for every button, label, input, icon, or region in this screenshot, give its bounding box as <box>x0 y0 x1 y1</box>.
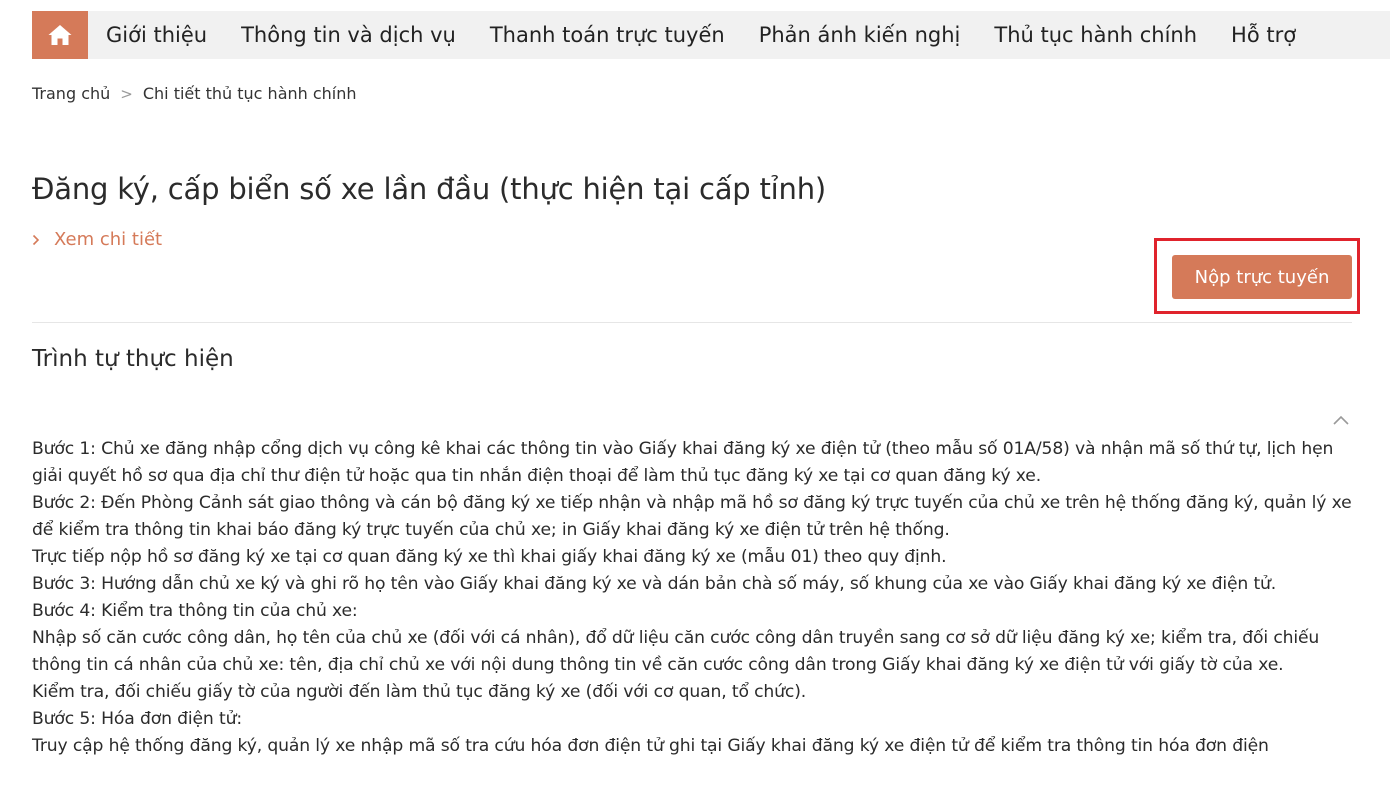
home-button[interactable] <box>32 11 88 59</box>
breadcrumb-separator: > <box>120 84 133 103</box>
submit-online-button[interactable]: Nộp trực tuyến <box>1172 255 1352 299</box>
nav-item-thanh-toan[interactable]: Thanh toán trực tuyến <box>473 11 742 59</box>
breadcrumb-current: Chi tiết thủ tục hành chính <box>142 84 357 103</box>
divider <box>32 322 1352 323</box>
step-text: Truy cập hệ thống đăng ký, quản lý xe nh… <box>32 736 1269 756</box>
step-text: Bước 1: Chủ xe đăng nhập cổng dịch vụ cô… <box>32 439 1334 486</box>
step-text: Kiểm tra, đối chiếu giấy tờ của người đế… <box>32 682 807 702</box>
step-text: Bước 2: Đến Phòng Cảnh sát giao thông và… <box>32 493 1352 540</box>
chevron-right-icon <box>32 234 40 245</box>
chevron-up-icon[interactable] <box>1330 410 1352 430</box>
breadcrumb: Trang chủ > Chi tiết thủ tục hành chính <box>32 84 357 103</box>
section-title: Trình tự thực hiện <box>32 346 234 372</box>
nav-item-gioi-thieu[interactable]: Giới thiệu <box>88 11 224 59</box>
nav-item-thong-tin-dich-vu[interactable]: Thông tin và dịch vụ <box>224 11 473 59</box>
step-text: Bước 4: Kiểm tra thông tin của chủ xe: <box>32 601 358 621</box>
home-icon <box>48 25 72 45</box>
view-detail-label: Xem chi tiết <box>54 229 163 250</box>
step-text: Trực tiếp nộp hồ sơ đăng ký xe tại cơ qu… <box>32 547 947 567</box>
top-navigation: Giới thiệu Thông tin và dịch vụ Thanh to… <box>32 11 1390 59</box>
procedure-steps: Bước 1: Chủ xe đăng nhập cổng dịch vụ cô… <box>32 436 1362 760</box>
nav-item-phan-anh[interactable]: Phản ánh kiến nghị <box>742 11 978 59</box>
step-text: Nhập số căn cước công dân, họ tên của ch… <box>32 628 1320 675</box>
nav-item-ho-tro[interactable]: Hỗ trợ <box>1214 11 1313 59</box>
nav-menu: Giới thiệu Thông tin và dịch vụ Thanh to… <box>88 11 1313 59</box>
view-detail-link[interactable]: Xem chi tiết <box>32 229 162 250</box>
nav-item-thu-tuc[interactable]: Thủ tục hành chính <box>977 11 1214 59</box>
page-title: Đăng ký, cấp biển số xe lần đầu (thực hi… <box>32 172 827 206</box>
step-text: Bước 5: Hóa đơn điện tử: <box>32 709 242 729</box>
breadcrumb-home[interactable]: Trang chủ <box>32 84 110 103</box>
page: Giới thiệu Thông tin và dịch vụ Thanh to… <box>0 0 1390 787</box>
step-text: Bước 3: Hướng dẫn chủ xe ký và ghi rõ họ… <box>32 574 1277 594</box>
